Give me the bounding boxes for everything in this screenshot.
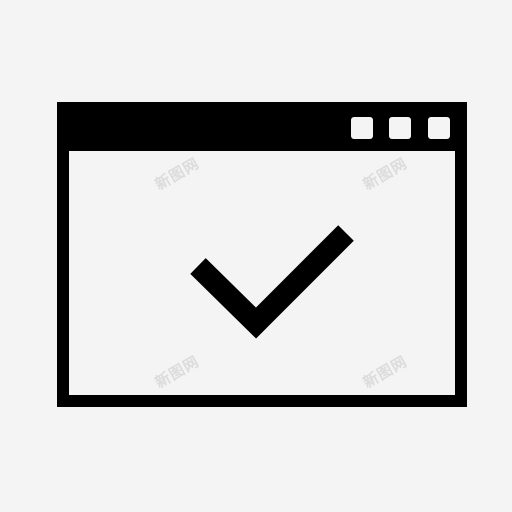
browser-window <box>57 102 467 407</box>
window-control-3 <box>428 117 450 139</box>
window-control-1 <box>351 117 373 139</box>
checkmark-icon <box>190 225 354 339</box>
browser-window-check-icon <box>57 102 467 407</box>
icon-canvas: 新图网 新图网 新图网 新图网 <box>0 0 512 512</box>
window-control-2 <box>389 117 411 139</box>
window-controls <box>351 117 450 139</box>
window-frame <box>57 102 467 407</box>
